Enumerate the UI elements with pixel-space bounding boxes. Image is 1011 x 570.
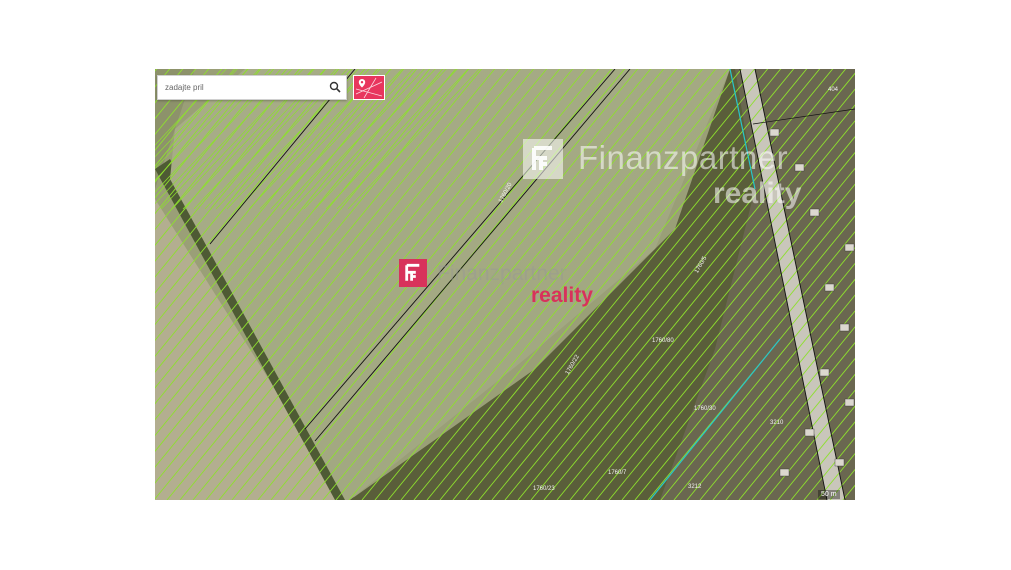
brand-sub-center: reality <box>531 284 593 307</box>
brand-logo-center <box>399 259 427 287</box>
search-box[interactable] <box>157 75 347 100</box>
house <box>809 208 820 217</box>
house <box>839 323 850 332</box>
house <box>819 368 830 377</box>
parcel-label: 1760/7 <box>608 470 627 476</box>
house <box>834 458 845 467</box>
house <box>804 428 815 437</box>
search-input[interactable] <box>158 76 327 99</box>
brand-name-watermark: Finanzpartner <box>578 139 789 176</box>
brand-logo-watermark <box>523 139 563 179</box>
search-icon[interactable] <box>329 81 341 93</box>
parcel-label: 1760/30 <box>694 406 716 412</box>
location-pin-icon <box>355 77 383 99</box>
parcel-label: 404 <box>828 87 839 93</box>
house <box>794 163 805 172</box>
parcel-label: 3210 <box>770 420 784 426</box>
fp-logo-icon <box>532 146 552 170</box>
parcel-label: 1760/23 <box>533 486 555 492</box>
house <box>769 128 780 137</box>
house <box>824 283 835 292</box>
house <box>779 468 790 477</box>
house <box>844 398 855 407</box>
house <box>844 243 855 252</box>
map-layer-button[interactable] <box>353 75 385 100</box>
map-scale: 50 m <box>818 490 840 499</box>
parcel-label: 3212 <box>688 484 702 490</box>
parcel-label: 1760/80 <box>652 338 674 344</box>
brand-sub-watermark: reality <box>713 177 802 210</box>
brand-name-center: Finanzpartner <box>437 262 567 285</box>
fp-logo-icon <box>405 263 420 281</box>
